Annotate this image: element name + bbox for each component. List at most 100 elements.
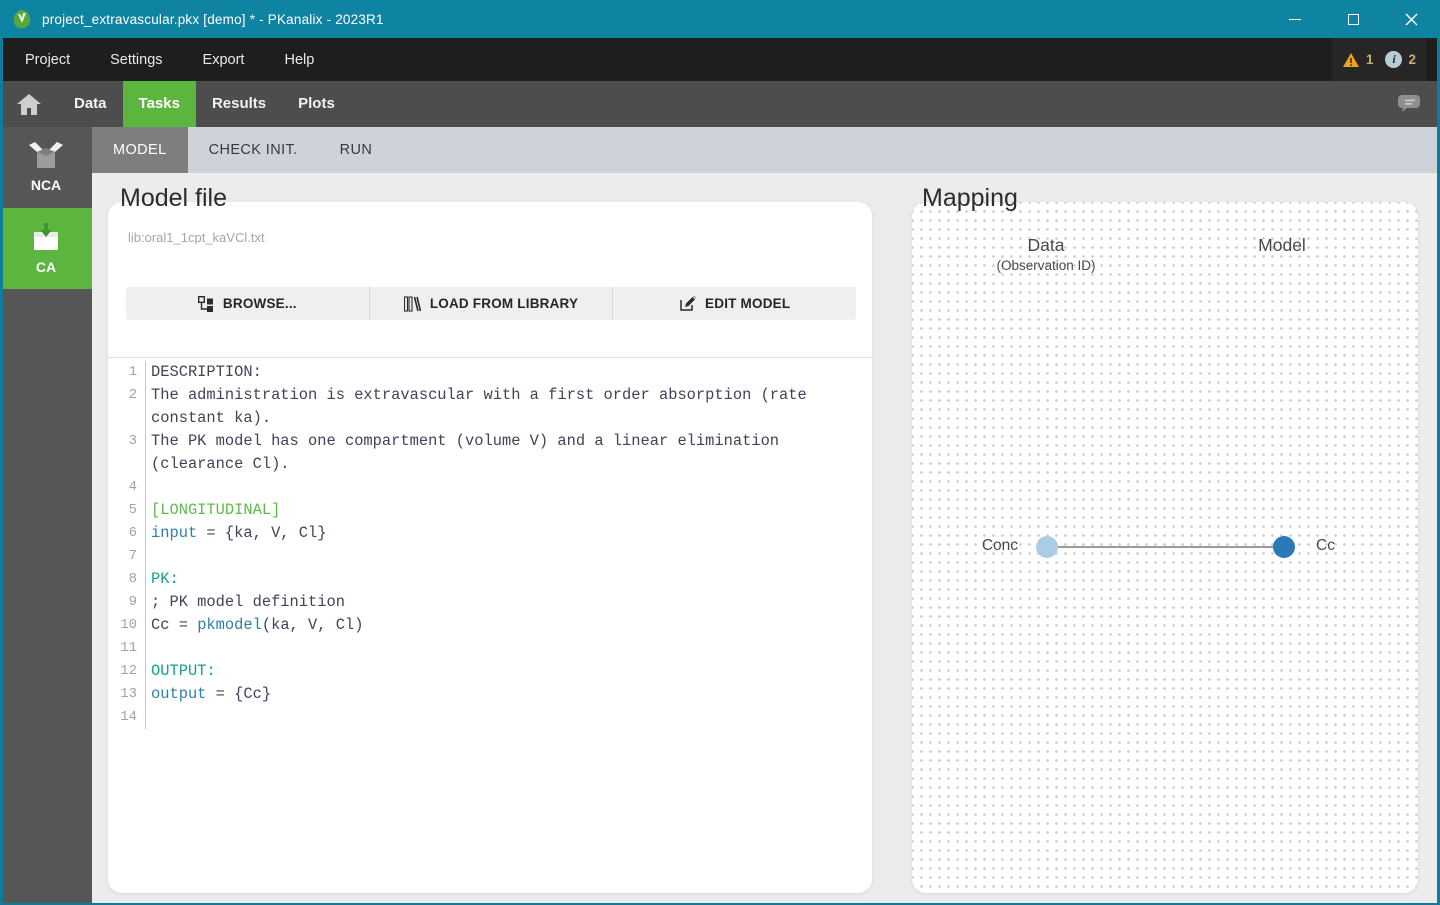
code-line-text: The PK model has one compartment (volume… (151, 430, 851, 476)
home-button[interactable] (0, 81, 58, 127)
sidebar-item-ca[interactable]: CA (0, 208, 92, 289)
code-line: 6input = {ka, V, Cl} (108, 522, 872, 545)
tab-tasks[interactable]: Tasks (123, 81, 196, 127)
code-line-text (151, 637, 851, 660)
code-line: 13output = {Cc} (108, 683, 872, 706)
mapping-endpoint-model[interactable] (1273, 536, 1295, 558)
tab-data[interactable]: Data (58, 81, 123, 127)
line-number: 1 (108, 361, 146, 384)
mapping-data-header: Data (Observation ID) (976, 235, 1116, 273)
mapping-model-label: Cc (1316, 537, 1335, 555)
menu-export[interactable]: Export (203, 52, 245, 68)
edit-model-button[interactable]: EDIT MODEL (612, 287, 856, 320)
line-number: 8 (108, 568, 146, 591)
maximize-icon (1348, 14, 1359, 25)
model-file-panel: lib:oral1_1cpt_kaVCl.txt BROWSE... (108, 202, 872, 893)
tab-plots[interactable]: Plots (282, 81, 351, 127)
app-window: project_extravascular.pkx [demo] * - PKa… (0, 0, 1440, 905)
code-line-text: OUTPUT: (151, 660, 851, 683)
tab-results[interactable]: Results (196, 81, 282, 127)
load-from-library-label: LOAD FROM LIBRARY (430, 296, 578, 311)
line-number: 13 (108, 683, 146, 706)
feedback-button[interactable] (1398, 81, 1422, 127)
code-line: 4 (108, 476, 872, 499)
data-subheader-label: (Observation ID) (976, 258, 1116, 273)
subtab-check-init[interactable]: CHECK INIT. (188, 127, 319, 173)
code-line-text: ; PK model definition (151, 591, 851, 614)
subtab-model[interactable]: MODEL (92, 127, 188, 173)
line-number: 11 (108, 637, 146, 660)
info-icon: i (1385, 51, 1402, 68)
warning-count: 1 (1366, 52, 1374, 67)
code-line-text: PK: (151, 568, 851, 591)
chat-bubble-icon (1398, 94, 1422, 114)
mapping-endpoint-data[interactable] (1036, 536, 1058, 558)
model-library-path: lib:oral1_1cpt_kaVCl.txt (128, 230, 265, 245)
mapping-connector-line (1047, 546, 1284, 548)
edit-pencil-icon (679, 296, 696, 312)
code-line: 2The administration is extravascular wit… (108, 384, 872, 430)
load-from-library-button[interactable]: LOAD FROM LIBRARY (369, 287, 613, 320)
browse-tree-icon (198, 296, 214, 312)
code-line-text: [LONGITUDINAL] (151, 499, 851, 522)
sidebar-item-label: NCA (31, 177, 61, 193)
minimize-button[interactable] (1266, 0, 1324, 38)
menu-settings[interactable]: Settings (110, 52, 162, 68)
code-line-text (151, 545, 851, 568)
code-line: 14 (108, 706, 872, 729)
code-line: 11 (108, 637, 872, 660)
edit-model-label: EDIT MODEL (705, 296, 790, 311)
code-line: 12OUTPUT: (108, 660, 872, 683)
library-books-icon (404, 296, 421, 312)
line-number: 4 (108, 476, 146, 499)
code-line-text (151, 706, 851, 729)
line-number: 12 (108, 660, 146, 683)
notification-badges[interactable]: 1 i 2 (1332, 38, 1426, 81)
warning-icon (1342, 52, 1360, 68)
window-border (0, 38, 3, 905)
mapping-panel: Data (Observation ID) Model Conc Cc (912, 202, 1418, 893)
open-box-icon (27, 142, 65, 172)
code-line: 5[LONGITUDINAL] (108, 499, 872, 522)
code-line: 9; PK model definition (108, 591, 872, 614)
minimize-icon (1289, 19, 1301, 20)
data-header-label: Data (976, 235, 1116, 256)
code-editor[interactable]: 1DESCRIPTION:2The administration is extr… (108, 357, 872, 729)
sidebar-item-label: CA (36, 259, 56, 275)
code-line-text: output = {Cc} (151, 683, 851, 706)
line-number: 3 (108, 430, 146, 476)
model-file-title: Model file (120, 184, 227, 213)
mapping-data-label: Conc (952, 537, 1018, 555)
sidebar-item-nca[interactable]: NCA (0, 127, 92, 208)
line-number: 5 (108, 499, 146, 522)
mapping-row: Conc Cc (912, 532, 1418, 562)
code-line: 3The PK model has one compartment (volum… (108, 430, 872, 476)
model-button-row: BROWSE... LOAD FROM LIBRARY (126, 287, 856, 320)
home-icon (17, 94, 41, 115)
model-header-label: Model (1212, 235, 1352, 256)
code-line: 1DESCRIPTION: (108, 361, 872, 384)
pkanalix-app-icon (12, 9, 32, 29)
closed-box-icon (29, 223, 63, 254)
menu-help[interactable]: Help (284, 52, 314, 68)
menu-project[interactable]: Project (25, 52, 70, 68)
code-line-text (151, 476, 851, 499)
close-button[interactable] (1382, 0, 1440, 38)
line-number: 14 (108, 706, 146, 729)
subtab-run[interactable]: RUN (319, 127, 394, 173)
mapping-title: Mapping (922, 184, 1018, 213)
browse-button[interactable]: BROWSE... (126, 287, 369, 320)
code-line-text: DESCRIPTION: (151, 361, 851, 384)
line-number: 9 (108, 591, 146, 614)
menu-bar: Project Settings Export Help 1 i 2 (0, 38, 1440, 81)
close-icon (1405, 13, 1418, 26)
window-title: project_extravascular.pkx [demo] * - PKa… (42, 12, 384, 27)
code-line-text: input = {ka, V, Cl} (151, 522, 851, 545)
content-area: Model file Mapping lib:oral1_1cpt_kaVCl.… (92, 173, 1440, 905)
code-line: 8PK: (108, 568, 872, 591)
code-line-text: Cc = pkmodel(ka, V, Cl) (151, 614, 851, 637)
line-number: 6 (108, 522, 146, 545)
code-line: 7 (108, 545, 872, 568)
line-number: 7 (108, 545, 146, 568)
maximize-button[interactable] (1324, 0, 1382, 38)
